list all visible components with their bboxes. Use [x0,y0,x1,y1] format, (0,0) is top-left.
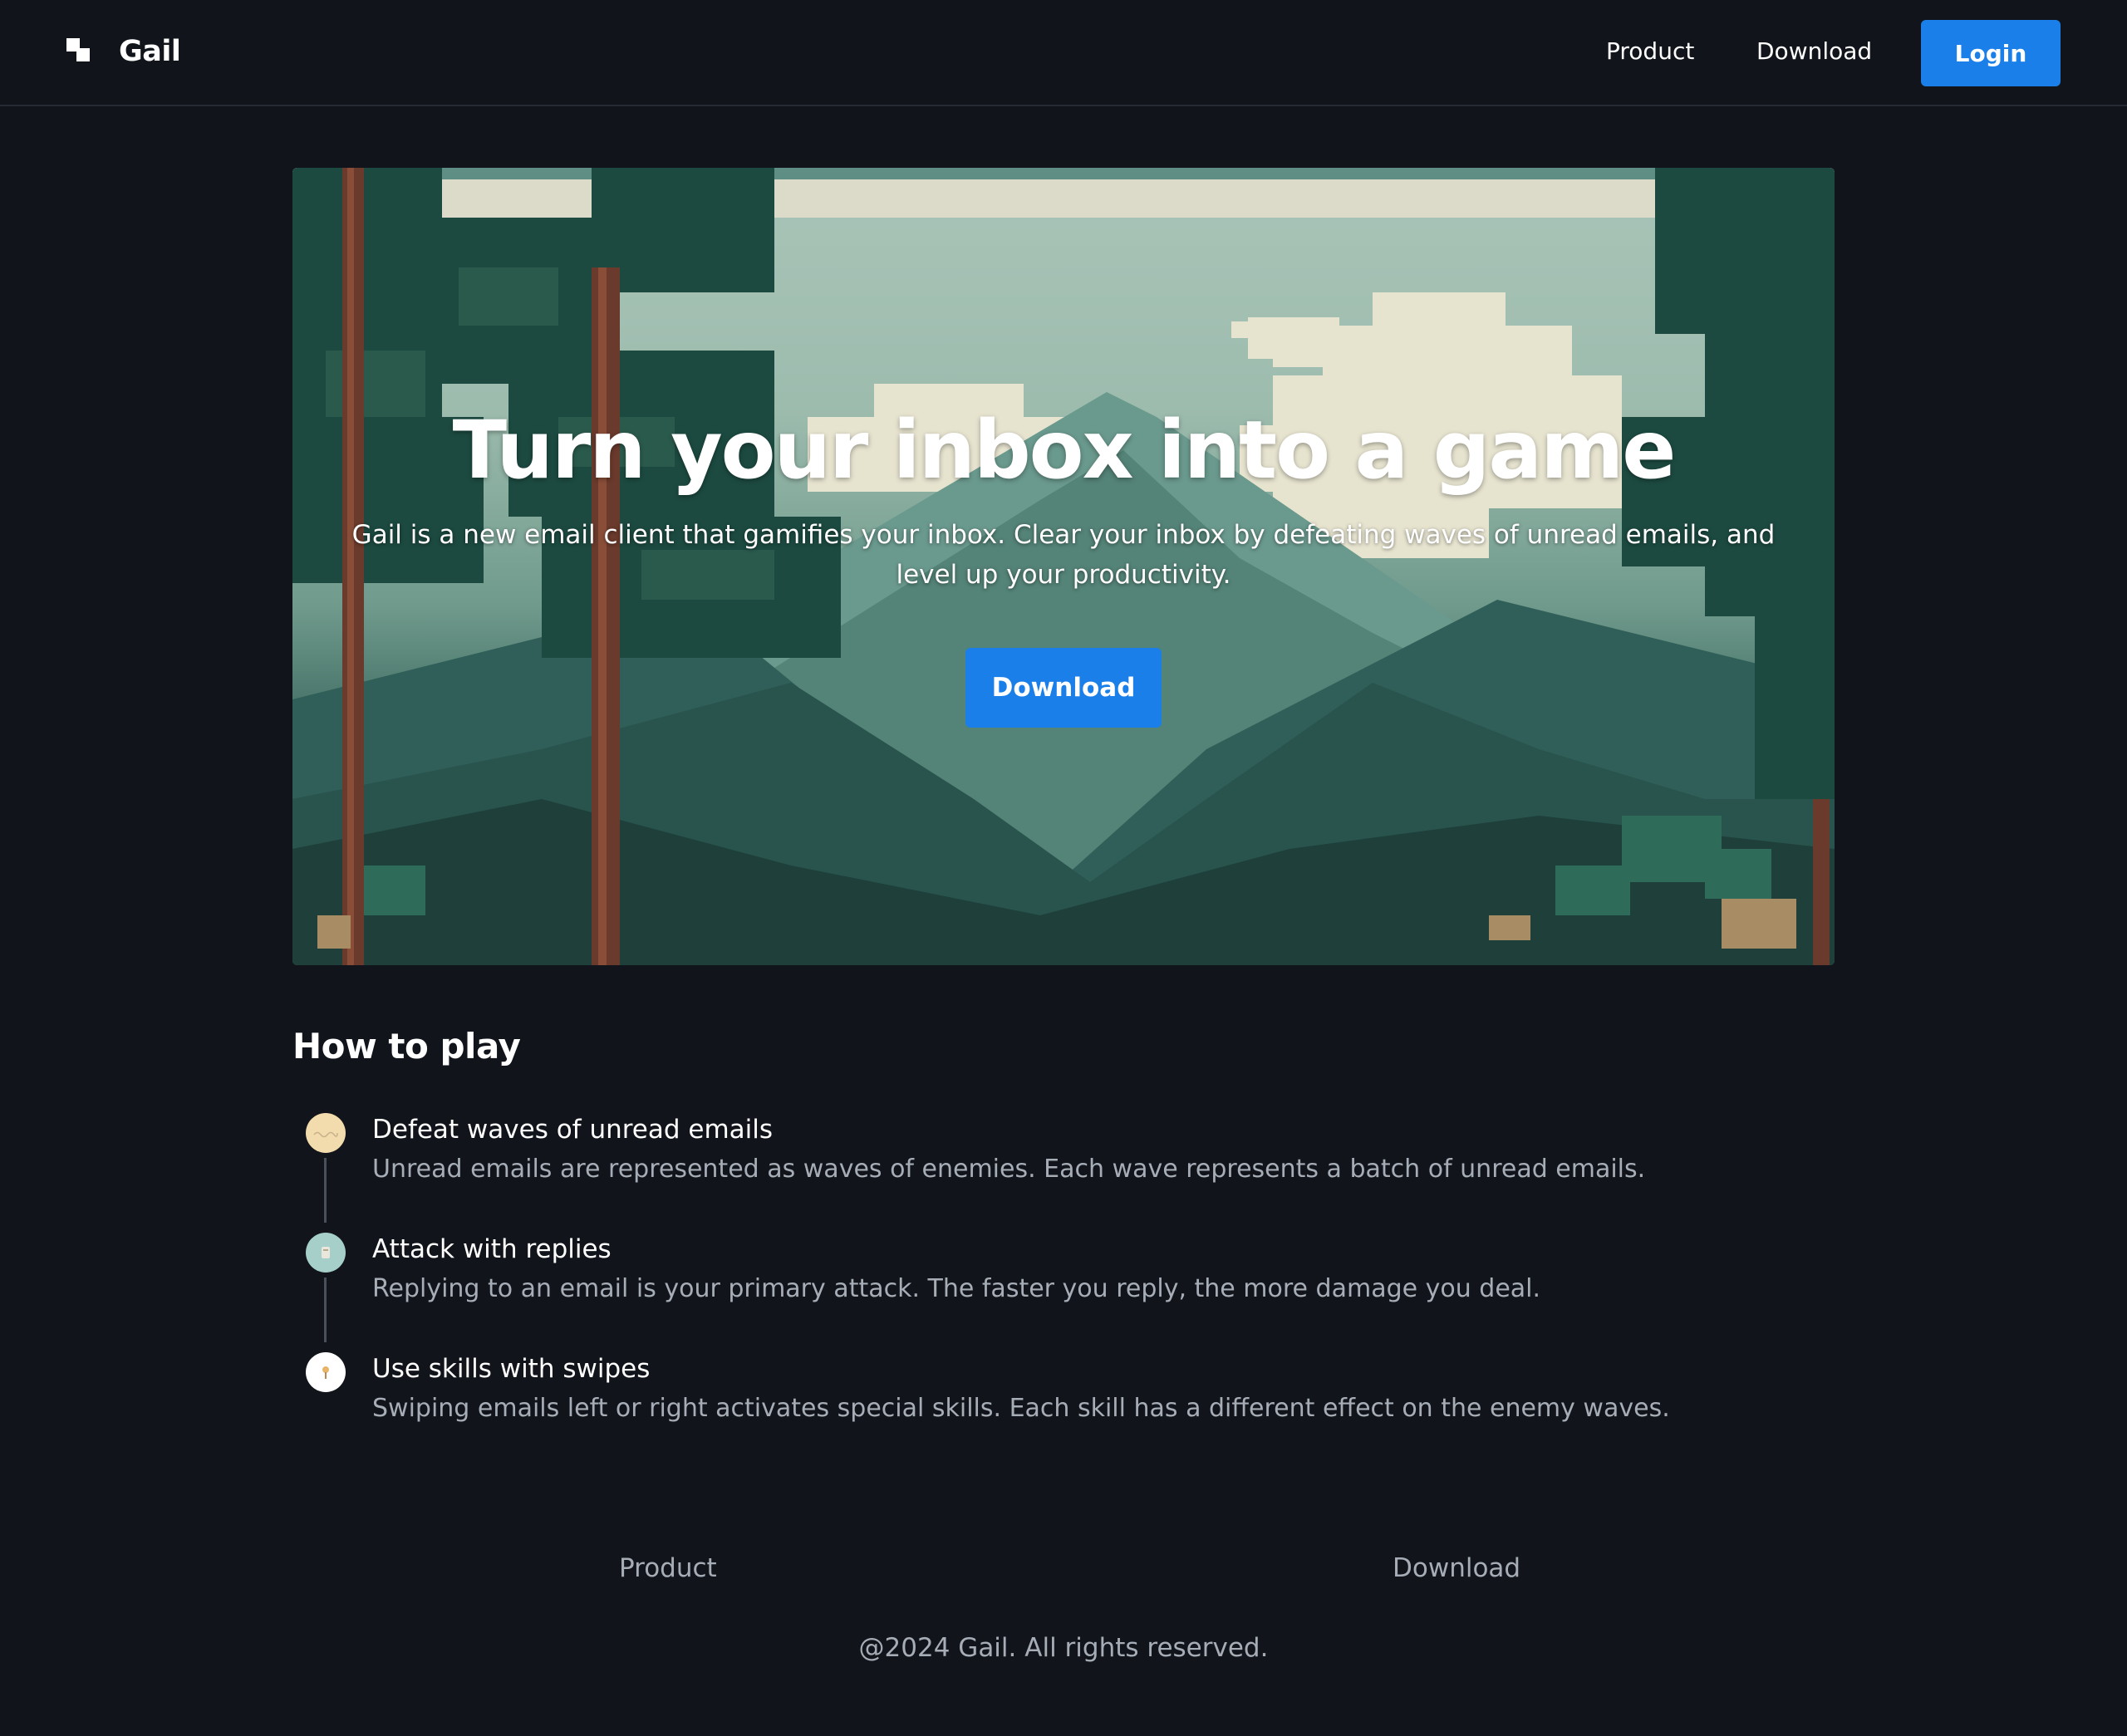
step-title: Use skills with swipes [372,1354,651,1384]
hero-subtitle: Gail is a new email client that gamifies… [351,520,1776,590]
top-navbar: Gail Product Download Login [0,0,2127,106]
nav-product-link[interactable]: Product [1606,35,1694,68]
hero-title: Turn your inbox into a game [452,404,1677,497]
step-description: Replying to an email is your primary att… [372,1274,1541,1303]
how-to-play-heading: How to play [292,1026,521,1067]
attack-icon [306,1233,346,1273]
hero-download-button[interactable]: Download [965,648,1162,728]
step-description: Swiping emails left or right activates s… [372,1394,1670,1423]
footer-copyright: @2024 Gail. All rights reserved. [858,1633,1269,1663]
step-title: Defeat waves of unread emails [372,1115,774,1145]
gail-logo-icon[interactable] [66,38,91,63]
footer-product-link[interactable]: Product [619,1550,717,1586]
hero-banner: Turn your inbox into a game Gail is a ne… [292,168,1835,965]
brand-name[interactable]: Gail [119,32,181,71]
footer-download-link[interactable]: Download [1393,1550,1520,1586]
skill-icon [306,1352,346,1392]
step-title: Attack with replies [372,1234,612,1264]
step-connector-line [324,1277,327,1342]
step-description: Unread emails are represented as waves o… [372,1155,1646,1184]
wave-icon [306,1113,346,1153]
step-connector-line [324,1158,327,1223]
nav-download-link[interactable]: Download [1756,35,1872,68]
login-button[interactable]: Login [1921,20,2061,86]
